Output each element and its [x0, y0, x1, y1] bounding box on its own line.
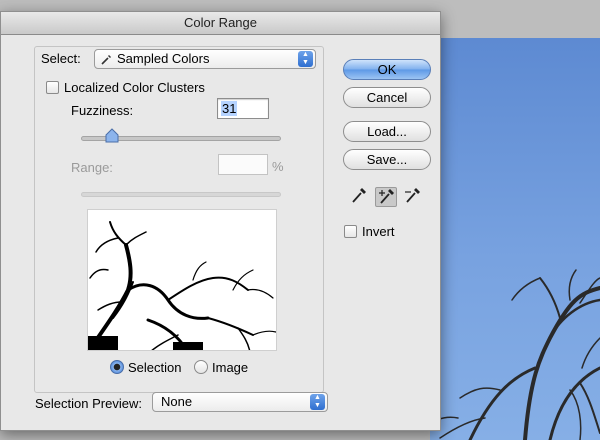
color-range-dialog: Color Range Select: Sampled Colors ▲ ▼ Lo…	[0, 11, 441, 431]
cancel-button[interactable]: Cancel	[343, 87, 431, 108]
range-label: Range:	[71, 160, 113, 175]
image-radio-label: Image	[212, 360, 249, 375]
range-unit: %	[272, 159, 284, 174]
preview-tree-silhouette	[88, 221, 276, 350]
save-button[interactable]: Save...	[343, 149, 431, 170]
selection-radio-label: Selection	[128, 360, 182, 375]
popup-arrows-icon: ▲ ▼	[298, 51, 313, 67]
eyedropper-plus-icon	[379, 189, 394, 204]
selection-preview-value: None	[161, 394, 193, 409]
select-dropdown[interactable]: Sampled Colors ▲ ▼	[94, 49, 316, 69]
invert-checkbox[interactable]	[344, 225, 357, 238]
selection-radio[interactable]	[110, 360, 124, 374]
popup-arrows-icon: ▲ ▼	[310, 394, 325, 410]
localized-color-clusters-checkbox[interactable]	[46, 81, 59, 94]
ok-button[interactable]: OK	[343, 59, 431, 80]
select-label: Select:	[41, 51, 81, 66]
selection-preview-label: Selection Preview:	[35, 396, 142, 411]
selection-preview-dropdown[interactable]: None ▲ ▼	[152, 392, 328, 412]
eyedropper-icon	[352, 188, 366, 203]
range-input[interactable]	[218, 154, 268, 175]
invert-label: Invert	[362, 224, 395, 239]
range-slider-track	[81, 192, 281, 197]
eyedropper-plus-tool[interactable]	[375, 187, 397, 207]
fuzziness-slider-thumb[interactable]	[105, 128, 119, 144]
localized-color-clusters-label: Localized Color Clusters	[64, 80, 205, 95]
fuzziness-input[interactable]: 31	[217, 98, 269, 119]
selection-preview-thumbnail	[87, 209, 277, 351]
select-value: Sampled Colors	[117, 51, 210, 66]
eyedropper-minus-icon	[405, 188, 420, 203]
image-radio[interactable]	[194, 360, 208, 374]
document-image[interactable]	[430, 38, 600, 440]
eyedropper-tool[interactable]	[348, 187, 370, 207]
fuzziness-value: 31	[221, 101, 238, 116]
dialog-title: Color Range	[1, 12, 440, 35]
tree-branches-graphic	[430, 269, 600, 440]
eyedropper-icon	[101, 55, 111, 65]
load-button[interactable]: Load...	[343, 121, 431, 142]
fuzziness-label: Fuzziness:	[71, 103, 134, 118]
eyedropper-minus-tool[interactable]	[402, 187, 424, 207]
